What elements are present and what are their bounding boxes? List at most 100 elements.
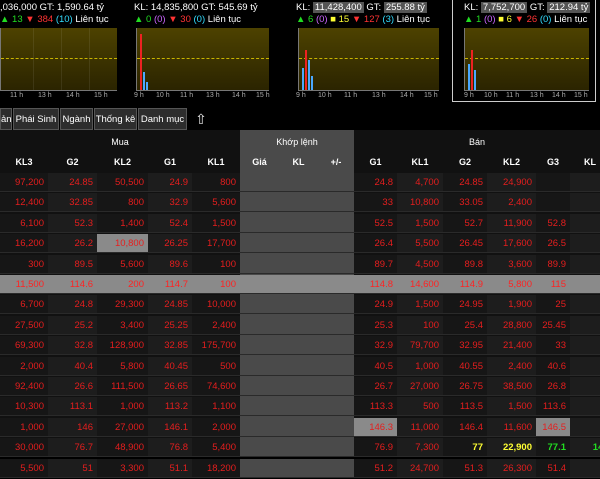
chart-3-value-traded: 255.88 tỷ — [383, 2, 427, 13]
table-cell: 22,900 — [487, 438, 536, 458]
tab-danh-muc[interactable]: Danh mục — [138, 108, 187, 130]
chart-2-volume-value: KL: 14,835,800 GT: 545.69 tỷ — [134, 2, 258, 13]
table-row[interactable]: 6,100 52.3 1,400 52.4 1,500 52.5 1,500 52.7 11,9… — [0, 213, 600, 234]
table-row[interactable]: 2,000 40.4 5,800 40.45 500 40.5 1,000 40.55 2,40… — [0, 356, 600, 377]
table-row[interactable]: 6,700 24.8 29,300 24.85 10,000 24.9 1,500 24.95… — [0, 295, 600, 315]
table-row[interactable]: 12,400 32.85 800 32.9 5,600 33 10,800 33.05 2,40… — [0, 193, 600, 213]
chart-1-down-count: 384 — [37, 14, 54, 25]
table-cell: 76.7 — [48, 438, 97, 458]
table-cell: 27,000 — [97, 417, 148, 437]
tab-phai-sinh[interactable]: Phái Sinh — [13, 108, 59, 130]
tab-nganh[interactable]: Ngành — [60, 108, 93, 130]
up-arrow-icon: ▲ — [0, 14, 10, 25]
index-chart-2[interactable]: KL: 14,835,800 GT: 545.69 tỷ ▲ 0 (0) ▼ 3… — [134, 0, 284, 104]
collapse-arrow-icon[interactable]: ⇧ — [189, 108, 213, 130]
table-cell: 800 — [192, 173, 240, 192]
table-cell: 74,600 — [192, 377, 240, 396]
table-cell: 24.9 — [354, 295, 397, 315]
table-row[interactable]: 97,200 24.85 50,500 24.9 800 24.8 4,700 24.85 24… — [0, 173, 600, 193]
hour-tick: 11 h — [344, 92, 358, 99]
volume-bar — [143, 72, 145, 90]
column-header[interactable]: G2 — [443, 152, 487, 173]
table-row[interactable]: 92,400 26.6 111,500 26.65 74,600 26.7 27,000 26… — [0, 377, 600, 397]
table-cell — [240, 458, 279, 478]
table-row[interactable]: 69,300 32.8 128,900 32.85 175,700 32.9 79,700 3… — [0, 336, 600, 356]
table-cell: 32.85 — [48, 193, 97, 213]
chart-2-plot — [136, 28, 269, 91]
table-cell: 1,500 — [397, 295, 443, 315]
table-cell: 10,800 — [97, 234, 148, 254]
table-cell: 89.6 — [148, 254, 192, 274]
table-cell: 32.9 — [148, 193, 192, 213]
tab-partial[interactable]: ản — [0, 108, 12, 130]
chart-2-up-count: 0 — [146, 14, 152, 25]
hour-tick: 10 h — [484, 92, 498, 99]
column-header[interactable]: G2 — [48, 152, 97, 173]
table-cell: 32.85 — [148, 336, 192, 356]
table-cell — [318, 234, 354, 254]
index-chart-1[interactable]: ,036,000 GT: 1,590.64 tỷ ▲ 13 ▼ 384 (10)… — [0, 0, 118, 104]
table-cell: 25.3 — [354, 315, 397, 335]
table-row[interactable]: 1,000 146 27,000 146.1 2,000 146.3 11,000 146.4… — [0, 417, 600, 438]
hour-tick: 14 h — [66, 92, 80, 99]
index-chart-3[interactable]: KL: 11,428,400 GT: 255.88 tỷ ▲ 6 (0) ■ 1… — [296, 0, 448, 104]
column-header[interactable]: KL3 — [0, 152, 48, 173]
table-cell: 25.2 — [48, 315, 97, 335]
column-header[interactable]: G3 — [536, 152, 570, 173]
column-header[interactable]: G1 — [148, 152, 192, 173]
table-cell: 10,000 — [192, 295, 240, 315]
chart-4-down-count: 26 — [526, 14, 538, 25]
table-cell — [570, 336, 600, 356]
table-cell: 24,900 — [487, 173, 536, 192]
table-cell: 16,200 — [0, 234, 48, 254]
column-header[interactable]: KL1 — [397, 152, 443, 173]
column-header[interactable]: G1 — [354, 152, 397, 173]
price-board: Mua Khớp lệnh Bán KL3 G2 KL2 G1 KL1 Giá KL +/- G… — [0, 130, 600, 478]
chart-4-session-label: Liên tục — [554, 14, 588, 25]
down-arrow-icon: ▼ — [168, 14, 178, 25]
column-header[interactable]: +/- — [318, 152, 354, 173]
table-cell: 52.3 — [48, 213, 97, 233]
table-cell: 26.45 — [443, 234, 487, 254]
hour-tick: 9 h — [134, 92, 144, 99]
table-row[interactable]: 16,200 26.2 10,800 26.25 17,700 26.4 5,500 26.4… — [0, 234, 600, 254]
chart-3-ceiling-count: (0) — [315, 14, 328, 25]
table-cell — [240, 193, 279, 213]
table-cell: 76.8 — [148, 438, 192, 458]
tab-thong-ke[interactable]: Thống kê — [94, 108, 137, 130]
table-cell — [318, 295, 354, 315]
table-cell: 33 — [536, 336, 570, 356]
index-chart-4[interactable]: KL: 7,752,700 GT: 212.94 tỷ ▲ 1 (0) ■ 6 … — [464, 0, 596, 104]
table-cell: 100 — [192, 275, 240, 294]
up-arrow-icon: ▲ — [464, 14, 474, 25]
table-row[interactable]: 11,500 114.6 200 114.7 100 114.8 14,600 114.9 5,… — [0, 275, 600, 295]
hour-tick: 15 h — [574, 92, 588, 99]
table-cell — [570, 315, 600, 335]
column-header[interactable]: KL — [279, 152, 318, 173]
table-row[interactable]: 10,300 113.1 1,000 113.2 1,100 113.3 500 113.5 1… — [0, 397, 600, 417]
table-cell: 2,000 — [192, 417, 240, 437]
chart-4-unchanged-count: 6 — [506, 14, 512, 25]
table-row[interactable]: 30,000 76.7 48,900 76.8 5,400 76.9 7,300 77 22,9… — [0, 438, 600, 458]
table-row[interactable]: 300 89.5 5,600 89.6 100 89.7 4,500 89.8 3,600 89.… — [0, 254, 600, 275]
volume-bar — [308, 60, 310, 90]
column-header[interactable]: KL2 — [487, 152, 536, 173]
table-cell: 146.3 — [354, 417, 397, 437]
table-cell: 113.1 — [48, 397, 97, 417]
table-cell — [570, 295, 600, 315]
column-header[interactable]: KL — [570, 152, 600, 173]
column-header[interactable]: Giá — [240, 152, 279, 173]
reference-line — [299, 58, 439, 59]
column-header[interactable]: KL2 — [97, 152, 148, 173]
table-cell: 146.1 — [148, 417, 192, 437]
table-row[interactable]: 27,500 25.2 3,400 25.25 2,400 25.3 100 25.4 28,8… — [0, 315, 600, 336]
table-cell — [279, 417, 318, 437]
table-cell: 24.8 — [354, 173, 397, 192]
volume-bar — [302, 68, 304, 90]
table-cell — [279, 458, 318, 478]
table-cell — [318, 397, 354, 417]
table-row[interactable]: 5,500 51 3,300 51.1 18,200 51.2 24,700 51.3 26,3… — [0, 458, 600, 479]
table-cell: 76.9 — [354, 438, 397, 458]
column-header[interactable]: KL1 — [192, 152, 240, 173]
reference-line — [137, 58, 269, 59]
